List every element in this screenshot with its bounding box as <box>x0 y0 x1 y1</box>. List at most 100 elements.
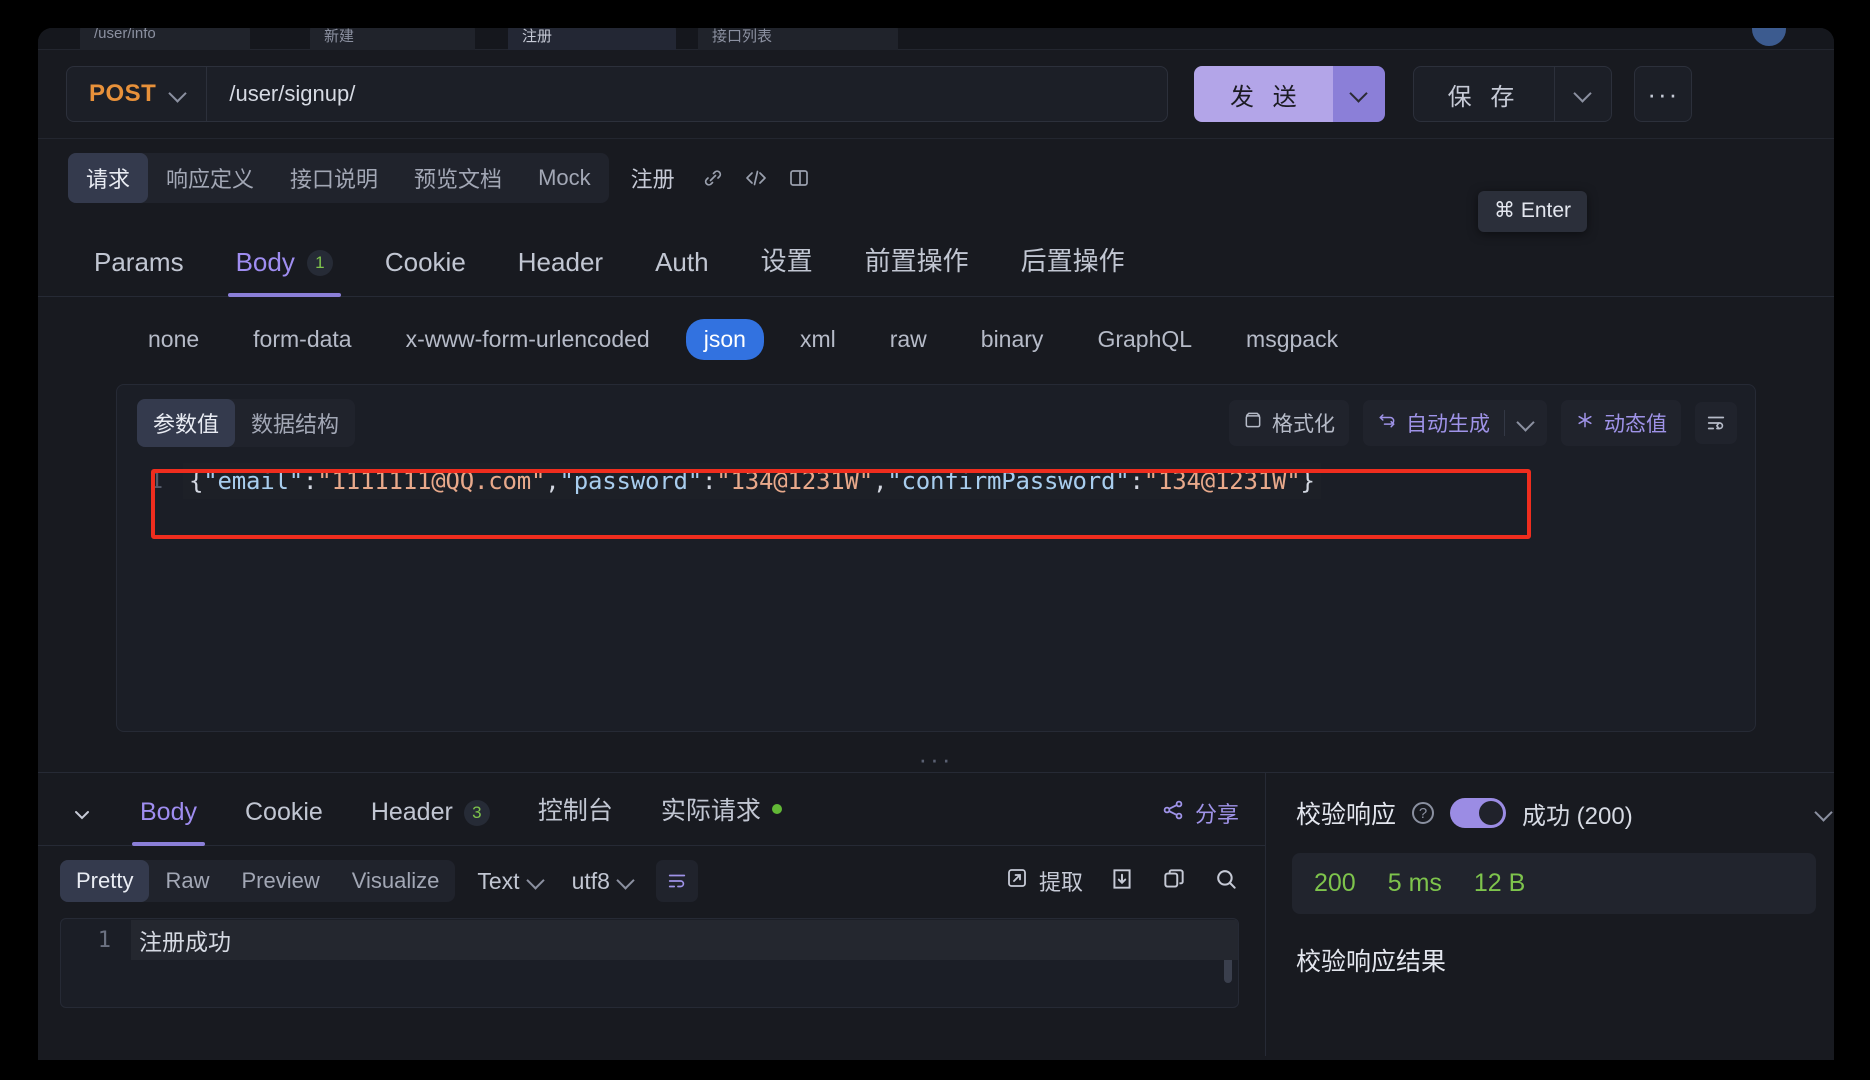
code-token: "email" <box>203 467 303 495</box>
panel-splitter[interactable]: ··· <box>38 744 1834 774</box>
body-type-binary[interactable]: binary <box>963 319 1062 360</box>
dynamic-value-label: 动态值 <box>1604 413 1667 436</box>
verify-status-label: 成功 (200) <box>1522 802 1633 830</box>
response-tab-header[interactable]: Header 3 <box>347 792 514 845</box>
tab-auth[interactable]: Auth <box>629 239 735 296</box>
content-type-select[interactable]: Text <box>471 868 549 895</box>
format-visualize[interactable]: Visualize <box>336 860 456 902</box>
format-button[interactable]: 格式化 <box>1229 400 1349 446</box>
json-body-code[interactable]: {"email":"1111111@QQ.com","password":"13… <box>183 463 1321 499</box>
response-tab-console[interactable]: 控制台 <box>514 785 637 845</box>
extract-icon <box>1005 866 1029 896</box>
body-type-label: xml <box>799 326 836 352</box>
response-time: 5 ms <box>1387 869 1442 897</box>
response-tab-actual-request[interactable]: 实际请求 <box>637 785 806 845</box>
body-type-graphql[interactable]: GraphQL <box>1079 319 1210 360</box>
verify-response-label: 校验响应 <box>1296 801 1397 829</box>
collapse-icon[interactable] <box>60 795 116 845</box>
code-area: 1 {"email":"1111111@QQ.com","password":"… <box>117 461 1755 721</box>
response-format-segment: Pretty Raw Preview Visualize <box>60 860 456 902</box>
wrap-lines-icon[interactable] <box>655 860 698 902</box>
send-options-button[interactable] <box>1332 66 1385 122</box>
response-tab-body[interactable]: Body <box>116 792 221 846</box>
wrap-lines-icon[interactable] <box>1695 402 1737 444</box>
body-type-msgpack[interactable]: msgpack <box>1228 319 1356 360</box>
share-label: 分享 <box>1194 802 1239 827</box>
tab-cookie[interactable]: Cookie <box>359 239 492 296</box>
autogen-button[interactable]: 自动生成 <box>1363 400 1504 446</box>
extract-button[interactable]: 提取 <box>1005 865 1083 897</box>
response-tab-cookie[interactable]: Cookie <box>221 792 347 845</box>
editor-mode-value[interactable]: 参数值 <box>137 399 236 447</box>
verify-result-title: 校验响应结果 <box>1296 948 1447 976</box>
share-button[interactable]: 分享 <box>1161 797 1239 829</box>
top-tab-3[interactable]: 接口列表 <box>698 28 898 50</box>
status-dot-icon <box>771 804 782 814</box>
body-type-raw[interactable]: raw <box>872 319 945 360</box>
body-type-urlencoded[interactable]: x-www-form-urlencoded <box>388 319 668 360</box>
chevron-down-icon[interactable] <box>1816 805 1834 821</box>
more-actions-button[interactable]: ··· <box>1634 66 1693 122</box>
response-code-line[interactable]: 1 注册成功 <box>61 919 1238 961</box>
body-count-badge: 1 <box>306 249 333 276</box>
editor-mode-schema[interactable]: 数据结构 <box>235 399 355 447</box>
tab-pre-script[interactable]: 前置操作 <box>839 233 995 296</box>
sub-tab-response-def[interactable]: 响应定义 <box>148 153 272 203</box>
tab-body[interactable]: Body 1 <box>210 239 359 297</box>
dynamic-value-button[interactable]: 动态值 <box>1561 400 1681 446</box>
code-icon[interactable] <box>743 166 769 190</box>
link-icon[interactable] <box>701 166 725 190</box>
sub-tabs-pill: 请求 响应定义 接口说明 预览文档 Mock <box>68 153 609 203</box>
editor-mode-label: 数据结构 <box>251 412 340 437</box>
top-tab-1[interactable]: 新建 <box>310 28 475 50</box>
code-token: } <box>1300 467 1315 495</box>
code-token: "134@1231W" <box>1143 467 1301 495</box>
send-button[interactable]: 发 送 <box>1194 66 1333 122</box>
search-icon[interactable] <box>1213 866 1239 897</box>
save-options-button[interactable] <box>1555 67 1611 121</box>
autogen-options-button[interactable] <box>1505 415 1547 431</box>
tab-params[interactable]: Params <box>68 239 210 296</box>
bottom-crop <box>0 1060 1870 1080</box>
body-type-xml[interactable]: xml <box>782 319 854 360</box>
tab-label: Cookie <box>384 247 466 277</box>
sub-tab-request[interactable]: 请求 <box>68 153 149 203</box>
format-preview[interactable]: Preview <box>225 860 335 902</box>
encoding-select[interactable]: utf8 <box>566 868 640 895</box>
download-icon[interactable] <box>1109 866 1135 897</box>
sub-tab-mock[interactable]: Mock <box>520 156 609 200</box>
encoding-value: utf8 <box>571 867 610 894</box>
avatar[interactable] <box>1752 28 1786 46</box>
body-type-label: none <box>148 326 200 352</box>
format-raw[interactable]: Raw <box>149 860 225 902</box>
sub-tab-preview-doc[interactable]: 预览文档 <box>396 153 520 203</box>
toggle-knob <box>1479 801 1504 825</box>
tab-post-script[interactable]: 后置操作 <box>995 233 1151 296</box>
url-value: /user/signup/ <box>229 81 356 106</box>
save-button[interactable]: 保 存 <box>1414 67 1556 121</box>
format-pretty[interactable]: Pretty <box>60 860 150 902</box>
top-tab-0[interactable]: /user/info <box>80 28 250 50</box>
chevron-down-icon <box>170 86 186 102</box>
tab-header[interactable]: Header <box>492 239 629 296</box>
help-icon[interactable]: ? <box>1412 802 1435 824</box>
format-label: Preview <box>241 868 320 893</box>
body-type-label: GraphQL <box>1097 326 1193 352</box>
response-tab-label: Body <box>140 798 197 826</box>
tab-label: Header <box>517 247 604 277</box>
copy-icon[interactable] <box>1161 866 1187 897</box>
body-type-selector: none form-data x-www-form-urlencoded jso… <box>38 297 1834 378</box>
top-tab-2[interactable]: 注册 <box>508 28 676 50</box>
method-selector[interactable]: POST <box>67 67 208 121</box>
sub-tab-api-desc[interactable]: 接口说明 <box>272 153 396 203</box>
body-type-json[interactable]: json <box>685 319 764 360</box>
url-input[interactable]: /user/signup/ <box>207 67 1167 121</box>
body-type-none[interactable]: none <box>130 319 217 360</box>
tab-settings[interactable]: 设置 <box>735 233 839 296</box>
code-line[interactable]: 1 {"email":"1111111@QQ.com","password":"… <box>117 461 1755 501</box>
method-label: POST <box>89 80 157 107</box>
body-type-form-data[interactable]: form-data <box>235 319 369 360</box>
response-body-text: 注册成功 <box>131 920 1238 960</box>
verify-response-toggle[interactable] <box>1450 798 1507 828</box>
panel-icon[interactable] <box>787 166 811 190</box>
